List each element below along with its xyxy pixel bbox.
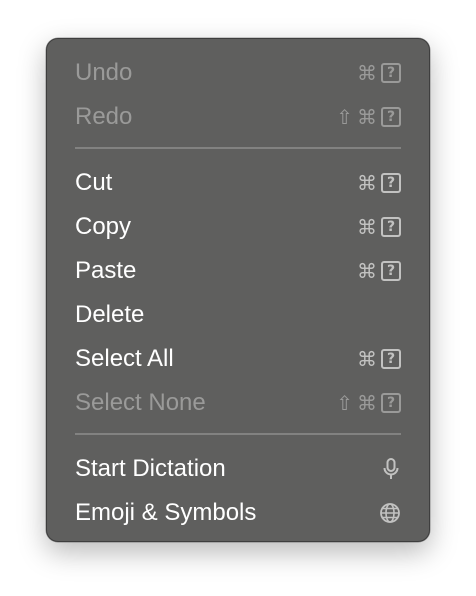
unknown-key-icon: ? <box>381 393 401 413</box>
unknown-key-icon: ? <box>381 261 401 281</box>
unknown-key-icon: ? <box>381 63 401 83</box>
unknown-key-icon: ? <box>381 217 401 237</box>
menu-item-label: Undo <box>75 59 133 86</box>
shortcut: ⌘ ? <box>357 62 401 84</box>
menu-item-select-all[interactable]: Select All ⌘ ? <box>47 337 429 381</box>
shortcut: ⌘ ? <box>357 172 401 194</box>
shortcut <box>381 457 401 481</box>
command-key-icon: ⌘ <box>357 61 377 85</box>
menu-item-undo[interactable]: Undo ⌘ ? <box>47 51 429 95</box>
menu-item-start-dictation[interactable]: Start Dictation <box>47 447 429 491</box>
command-key-icon: ⌘ <box>357 215 377 239</box>
shortcut: ⇧ ⌘ ? <box>336 392 401 414</box>
menu-item-label: Copy <box>75 213 132 240</box>
menu-item-cut[interactable]: Cut ⌘ ? <box>47 161 429 205</box>
menu-item-label: Delete <box>75 301 145 328</box>
command-key-icon: ⌘ <box>357 171 377 195</box>
command-key-icon: ⌘ <box>357 391 377 415</box>
context-menu: Undo ⌘ ? Redo ⇧ ⌘ ? Cut ⌘ ? Copy ⌘ ? Pas… <box>46 38 430 542</box>
menu-item-copy[interactable]: Copy ⌘ ? <box>47 205 429 249</box>
command-key-icon: ⌘ <box>357 105 377 129</box>
menu-item-label: Paste <box>75 257 137 284</box>
command-key-icon: ⌘ <box>357 347 377 371</box>
menu-item-label: Start Dictation <box>75 455 226 482</box>
menu-item-label: Cut <box>75 169 113 196</box>
shift-key-icon: ⇧ <box>336 391 353 415</box>
shortcut: ⌘ ? <box>357 260 401 282</box>
globe-icon <box>380 503 400 523</box>
shortcut <box>379 502 401 524</box>
menu-item-select-none[interactable]: Select None ⇧ ⌘ ? <box>47 381 429 425</box>
command-key-icon: ⌘ <box>357 259 377 283</box>
shortcut: ⌘ ? <box>357 216 401 238</box>
menu-item-emoji-symbols[interactable]: Emoji & Symbols <box>47 491 429 535</box>
menu-item-paste[interactable]: Paste ⌘ ? <box>47 249 429 293</box>
microphone-icon <box>383 458 399 479</box>
unknown-key-icon: ? <box>381 173 401 193</box>
menu-item-delete[interactable]: Delete <box>47 293 429 337</box>
menu-item-redo[interactable]: Redo ⇧ ⌘ ? <box>47 95 429 139</box>
menu-separator <box>75 147 401 149</box>
shortcut: ⌘ ? <box>357 348 401 370</box>
menu-item-label: Select All <box>75 345 174 372</box>
menu-separator <box>75 433 401 435</box>
menu-item-label: Select None <box>75 389 206 416</box>
shortcut: ⇧ ⌘ ? <box>336 106 401 128</box>
unknown-key-icon: ? <box>381 349 401 369</box>
menu-item-label: Redo <box>75 103 133 130</box>
unknown-key-icon: ? <box>381 107 401 127</box>
shift-key-icon: ⇧ <box>336 105 353 129</box>
menu-item-label: Emoji & Symbols <box>75 499 257 526</box>
